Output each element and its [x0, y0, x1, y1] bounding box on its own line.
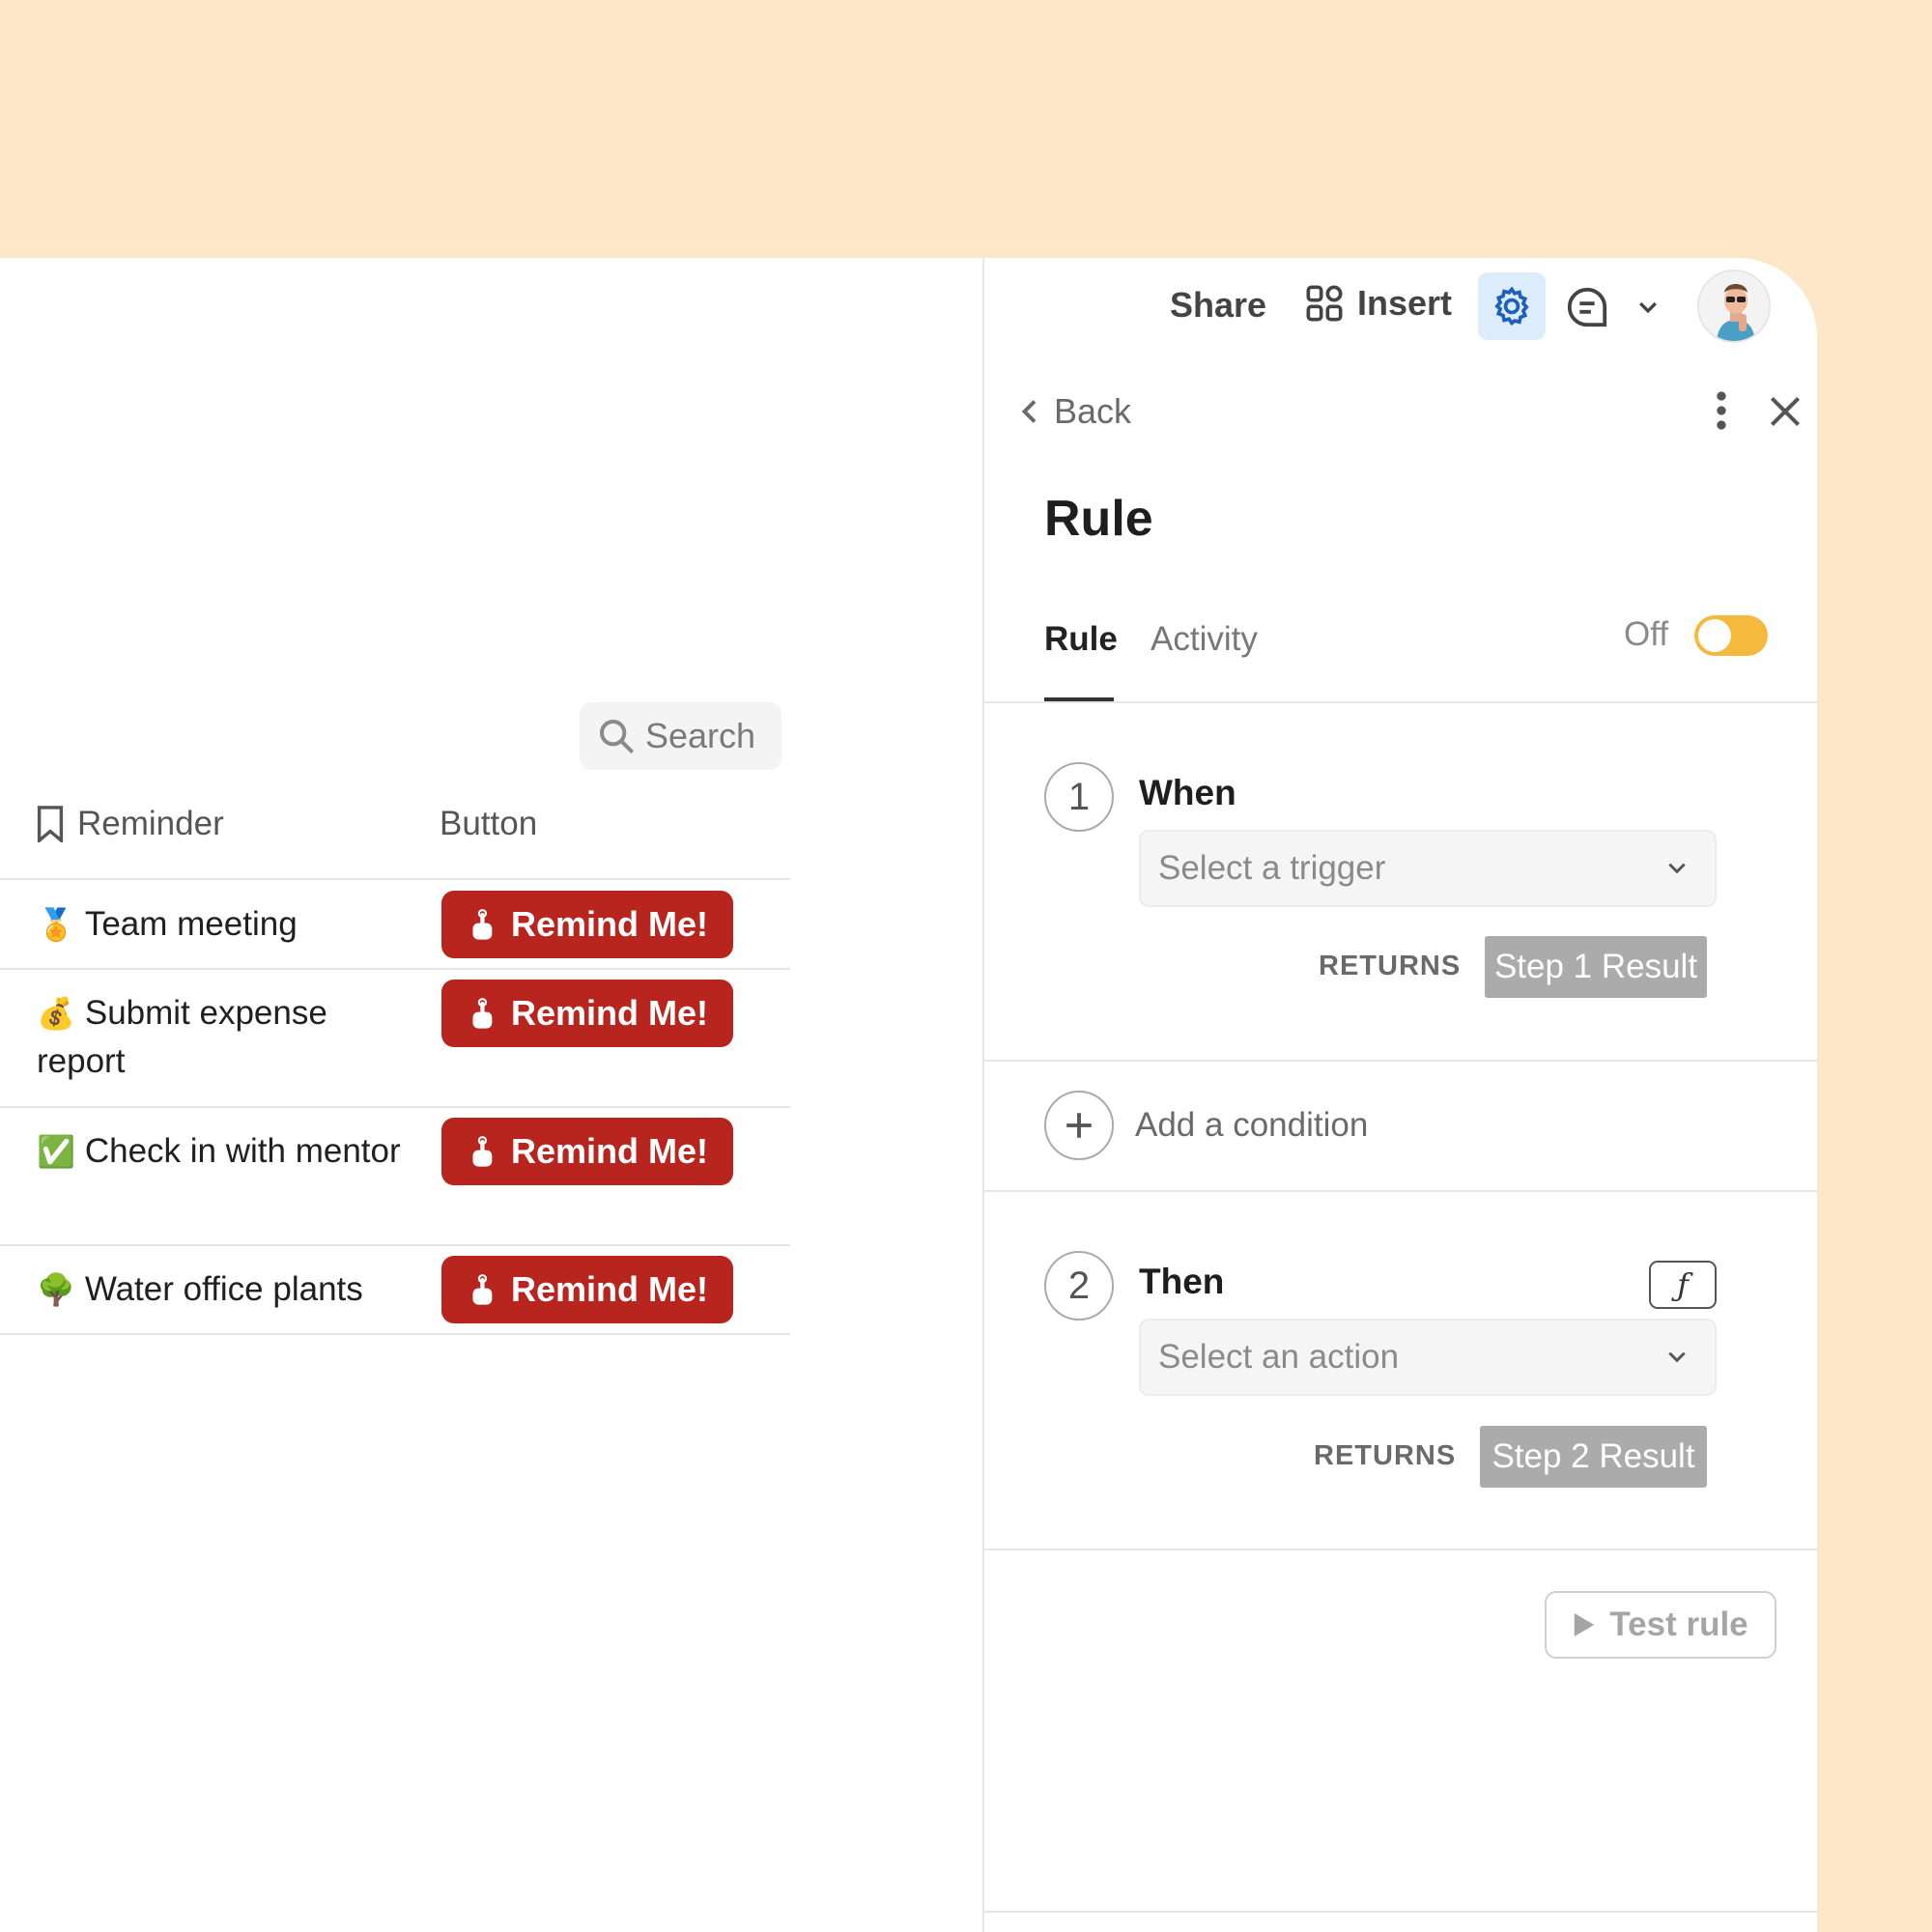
comment-icon[interactable]: [1565, 285, 1609, 329]
search-label: Search: [645, 716, 756, 755]
divider: [984, 1548, 1817, 1550]
more-options-icon[interactable]: [1714, 391, 1729, 430]
returns-label: RETURNS: [1314, 1440, 1457, 1471]
share-button[interactable]: Share: [1170, 285, 1266, 326]
divider: [984, 701, 1817, 703]
add-condition-button[interactable]: Add a condition: [1044, 1091, 1368, 1160]
avatar[interactable]: [1697, 270, 1771, 343]
money-bag-emoji: 💰: [37, 996, 75, 1031]
toggle-label: Off: [1624, 615, 1669, 653]
rule-panel: Share Insert Back Rule Rule Activity Off…: [982, 258, 1817, 1932]
table-divider: [0, 1244, 790, 1246]
user-avatar-illustration: [1699, 271, 1769, 341]
insert-button[interactable]: Insert: [1305, 283, 1452, 324]
top-toolbar: Share Insert: [984, 258, 1817, 355]
tap-hand-icon: [472, 998, 493, 1029]
tab-activity[interactable]: Activity: [1151, 620, 1258, 659]
search-icon: [600, 720, 635, 754]
tap-hand-icon: [472, 1274, 493, 1305]
chevron-down-icon: [1668, 1351, 1686, 1363]
tree-emoji: 🌳: [37, 1272, 75, 1307]
check-mark-emoji: ✅: [37, 1134, 75, 1169]
chevron-down-icon: [1668, 863, 1686, 874]
remind-me-button[interactable]: Remind Me!: [441, 980, 733, 1047]
step-number-badge: 2: [1044, 1251, 1114, 1321]
rule-enabled-toggle[interactable]: [1694, 615, 1768, 656]
test-rule-button[interactable]: Test rule: [1545, 1591, 1776, 1659]
step-number-badge: 1: [1044, 762, 1114, 832]
table-divider: [0, 878, 790, 880]
plus-icon: [1044, 1091, 1114, 1160]
step-title-then: Then: [1139, 1262, 1225, 1301]
automation-settings-button[interactable]: [1478, 272, 1546, 340]
insert-grid-icon: [1306, 285, 1343, 322]
divider: [984, 1911, 1817, 1913]
formula-button[interactable]: ƒ: [1649, 1261, 1717, 1309]
returns-label: RETURNS: [1319, 951, 1462, 981]
back-button[interactable]: Back: [1019, 391, 1131, 432]
tab-rule[interactable]: Rule: [1044, 620, 1118, 659]
table-divider: [0, 1106, 790, 1108]
page-title: Rule: [1044, 491, 1153, 547]
chevron-down-icon[interactable]: [1635, 295, 1661, 320]
divider: [984, 1190, 1817, 1192]
action-select[interactable]: Select an action: [1139, 1319, 1717, 1396]
column-header-reminder[interactable]: Reminder: [35, 805, 224, 843]
table-divider: [0, 968, 790, 970]
divider: [984, 1060, 1817, 1062]
tap-hand-icon: [472, 1136, 493, 1167]
table-row-reminder[interactable]: 💰 Submit expense report: [37, 989, 413, 1086]
table-divider: [0, 1333, 790, 1335]
tap-hand-icon: [472, 909, 493, 940]
table-row-reminder[interactable]: 🏅 Team meeting: [37, 900, 413, 949]
remind-me-button[interactable]: Remind Me!: [441, 1256, 733, 1323]
toggle-knob: [1698, 619, 1731, 652]
remind-me-button[interactable]: Remind Me!: [441, 891, 733, 958]
step-title-when: When: [1139, 773, 1236, 812]
play-icon: [1575, 1613, 1595, 1636]
medal-emoji: 🏅: [37, 907, 75, 942]
column-header-button[interactable]: Button: [440, 805, 537, 843]
trigger-select[interactable]: Select a trigger: [1139, 830, 1717, 907]
table-row-reminder[interactable]: 🌳 Water office plants: [37, 1265, 413, 1314]
step-result-chip[interactable]: Step 1 Result: [1485, 936, 1707, 998]
gear-icon: [1494, 286, 1529, 327]
chevron-left-icon: [1021, 400, 1037, 423]
app-window: Search Reminder Button 🏅 Team meeting Rem…: [0, 258, 1817, 1932]
bookmark-icon: [37, 806, 64, 842]
doc-area: Search Reminder Button 🏅 Team meeting Rem…: [0, 258, 982, 1932]
close-icon[interactable]: [1769, 395, 1802, 428]
remind-me-button[interactable]: Remind Me!: [441, 1118, 733, 1185]
search-button[interactable]: Search: [580, 702, 781, 770]
table-row-reminder[interactable]: ✅ Check in with mentor: [37, 1127, 413, 1176]
step-result-chip[interactable]: Step 2 Result: [1480, 1426, 1707, 1488]
